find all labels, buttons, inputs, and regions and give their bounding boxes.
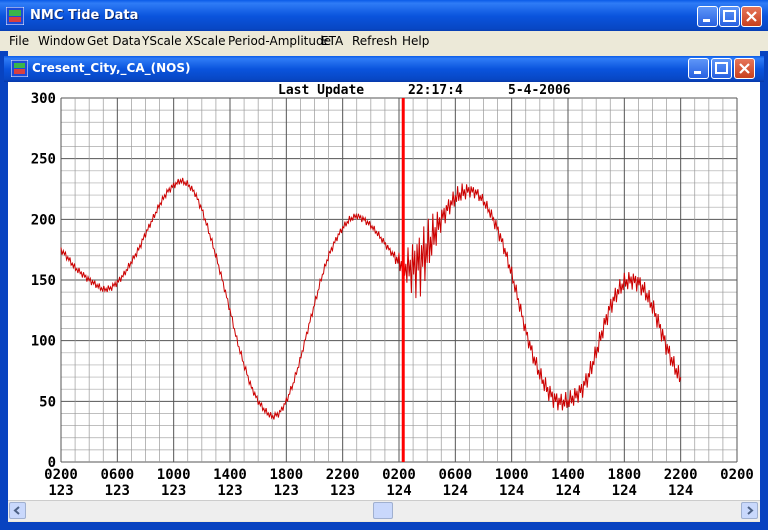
close-icon [739,63,750,74]
x-axis: 0200123060012310001231400123180012322001… [44,467,754,499]
x-tick-day: 123 [161,483,186,499]
menu-file[interactable]: File [9,34,29,48]
x-tick-time: 1000 [157,467,191,483]
x-tick-time: 0200 [720,467,754,483]
child-window-icon [11,60,28,77]
menu-period-amplitude[interactable]: Period-Amplitude [228,34,331,48]
x-tick-day: 124 [555,483,580,499]
menu-window[interactable]: Window [38,34,85,48]
maximize-icon [723,10,736,22]
menu-yscale[interactable]: YScale [142,34,182,48]
x-tick-time: 1800 [607,467,641,483]
menu-get-data[interactable]: Get Data [87,34,141,48]
x-tick-day: 124 [386,483,411,499]
minimize-button[interactable] [697,6,718,27]
menu-bar: File Window Get Data YScale XScale Perio… [0,31,768,51]
x-tick-time: 1400 [213,467,247,483]
y-tick-label: 150 [31,273,56,289]
x-tick-time: 2200 [326,467,360,483]
x-tick-day: 124 [668,483,693,499]
arrow-right-icon [747,506,754,515]
x-tick-day: 124 [499,483,524,499]
maximize-icon [715,62,728,74]
child-maximize-button[interactable] [711,58,732,79]
child-close-button[interactable] [734,58,755,79]
app-icon [6,7,24,25]
tide-chart: Last Update 22:17:4 5-4-2006 05010015020… [31,83,754,499]
x-tick-time: 0600 [100,467,134,483]
x-tick-time: 2200 [664,467,698,483]
x-tick-time: 0200 [382,467,416,483]
x-tick-day: 123 [274,483,299,499]
x-tick-time: 0200 [44,467,78,483]
chart-area: Last Update 22:17:4 5-4-2006 0 50 100 150 20… [8,82,760,500]
child-minimize-button[interactable] [688,58,709,79]
app-title-bar[interactable]: NMC Tide Data [0,0,768,32]
scroll-left-button[interactable] [9,502,26,519]
update-time: 22:17:4 [408,83,463,98]
x-tick-time: 0600 [438,467,472,483]
menu-xscale[interactable]: XScale [185,34,226,48]
x-tick-day: 123 [330,483,355,499]
x-tick-time: 1800 [269,467,303,483]
child-window-title-bar[interactable]: Cresent_City,_CA_(NOS) [4,56,764,82]
child-window-title: Cresent_City,_CA_(NOS) [32,61,191,75]
close-button[interactable] [741,6,762,27]
y-tick-label: 200 [31,212,56,228]
minimize-icon [703,19,710,22]
x-tick-day: 124 [443,483,468,499]
y-tick-label: 300 [31,91,56,107]
close-icon [746,11,757,22]
x-tick-day: 123 [105,483,130,499]
x-tick-day: 123 [48,483,73,499]
y-tick-label: 100 [31,334,56,350]
frame-right [760,51,768,530]
menu-help[interactable]: Help [402,34,429,48]
x-tick-day: 123 [217,483,242,499]
x-tick-time: 1000 [495,467,529,483]
y-tick-label: 250 [31,152,56,168]
frame-bottom [0,522,768,530]
minimize-icon [694,71,701,74]
menu-refresh[interactable]: Refresh [352,34,397,48]
horizontal-scrollbar[interactable] [8,500,760,521]
y-tick-label: 50 [39,394,56,410]
scroll-right-button[interactable] [741,502,758,519]
y-axis: 050100150200250300 [31,91,56,471]
scroll-thumb[interactable] [373,502,393,519]
x-tick-time: 1400 [551,467,585,483]
maximize-button[interactable] [719,6,740,27]
menu-eta[interactable]: ETA [321,34,343,48]
update-date: 5-4-2006 [508,83,571,98]
app-title: NMC Tide Data [30,8,139,23]
arrow-left-icon [13,506,20,515]
frame-left [0,51,8,530]
update-label: Last Update [278,83,364,98]
x-tick-day: 124 [612,483,637,499]
